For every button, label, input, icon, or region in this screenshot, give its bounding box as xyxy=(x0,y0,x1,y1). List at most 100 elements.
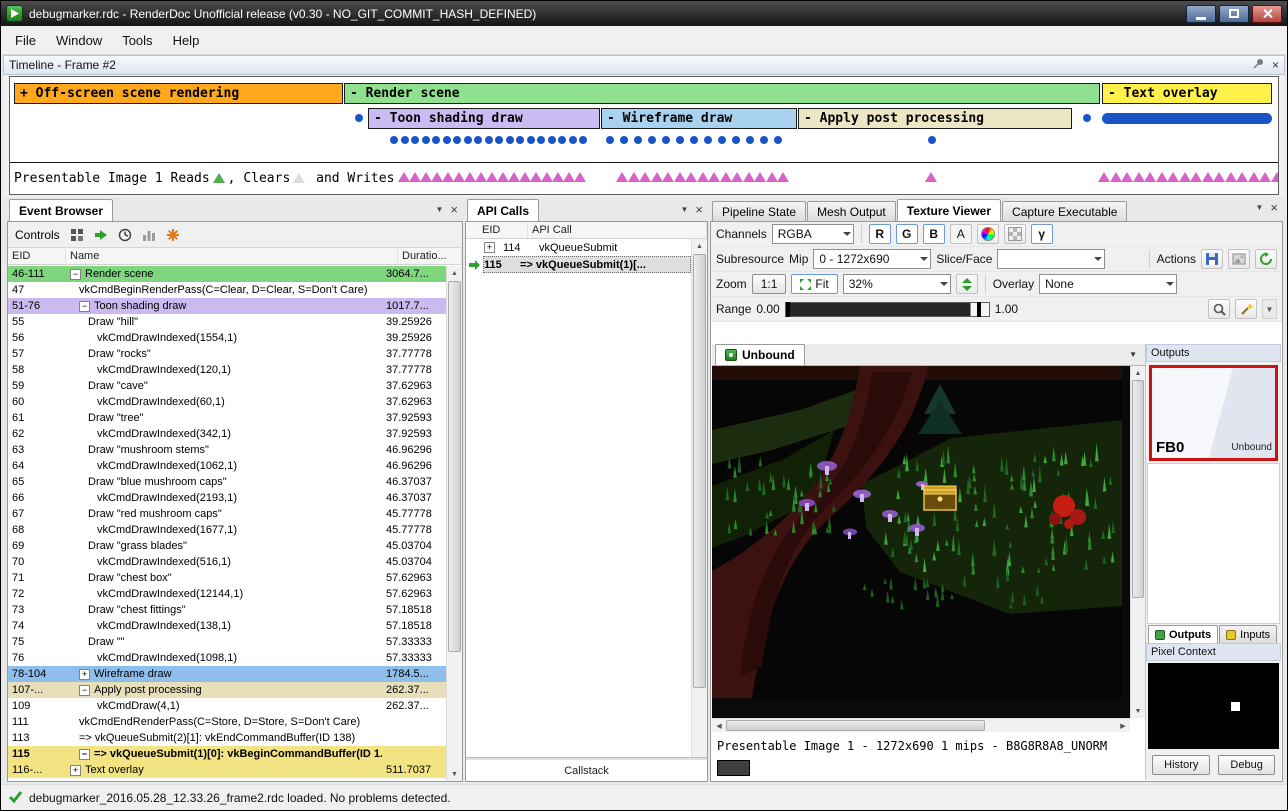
timeline-draw-dot[interactable] xyxy=(485,136,493,144)
scroll-left-icon[interactable]: ◀ xyxy=(712,719,726,732)
timeline-draw-dot[interactable] xyxy=(432,136,440,144)
pin-icon[interactable] xyxy=(1253,58,1264,72)
scroll-thumb[interactable] xyxy=(448,281,461,652)
panel-close-button[interactable]: × xyxy=(1270,201,1278,214)
event-row[interactable]: 73Draw "chest fittings"57.18518 xyxy=(8,602,446,618)
panel-menu-button[interactable]: ▼ xyxy=(680,205,688,214)
time-durations-icon[interactable] xyxy=(118,228,132,242)
range-slider[interactable] xyxy=(785,302,990,317)
api-expand-icon[interactable]: + xyxy=(484,242,495,253)
tab-inputs[interactable]: Inputs xyxy=(1219,625,1277,643)
event-row[interactable]: 69Draw "grass blades"45.03704 xyxy=(8,538,446,554)
overlay-select[interactable]: None xyxy=(1039,274,1177,294)
scroll-down-icon[interactable]: ▼ xyxy=(1131,704,1145,718)
api-row[interactable]: +114vkQueueSubmit xyxy=(466,239,691,256)
texture-horizontal-scrollbar[interactable]: ◀ ▶ xyxy=(712,718,1130,732)
event-browser-scrollbar[interactable]: ▲ ▼ xyxy=(446,266,462,781)
column-eid[interactable]: EID xyxy=(466,222,528,238)
right-panel-tab[interactable]: Mesh Output xyxy=(807,201,896,221)
timeline-draw-dot[interactable] xyxy=(774,136,782,144)
expand-icon[interactable]: − xyxy=(79,749,90,760)
expand-icon[interactable]: + xyxy=(79,669,90,680)
timeline-draw-dot[interactable] xyxy=(634,136,642,144)
event-row[interactable]: 71Draw "chest box"57.62963 xyxy=(8,570,446,586)
timeline-draw-dot[interactable] xyxy=(620,136,628,144)
event-row[interactable]: 59Draw "cave"37.62963 xyxy=(8,378,446,394)
scroll-thumb[interactable] xyxy=(726,720,985,731)
zoom-percent-select[interactable]: 32% xyxy=(843,274,951,294)
texture-tab-dropdown[interactable]: ▼ xyxy=(1124,350,1142,359)
timeline-draw-dot[interactable] xyxy=(516,136,524,144)
autofit-range-button[interactable] xyxy=(1235,299,1257,319)
channel-alpha-button[interactable]: A xyxy=(950,224,972,244)
column-eid[interactable]: EID xyxy=(8,248,66,264)
range-handle-min[interactable] xyxy=(786,302,790,317)
timeline-draw-dot[interactable] xyxy=(527,136,535,144)
event-row[interactable]: 74vkCmdDrawIndexed(138,1)57.18518 xyxy=(8,618,446,634)
fb0-thumbnail[interactable]: FB0 Unbound xyxy=(1149,365,1278,461)
statistics-chart-icon[interactable] xyxy=(142,228,156,242)
timeline-draw-dot[interactable] xyxy=(474,136,482,144)
checkerboard-button[interactable] xyxy=(1004,224,1026,244)
timeline-draw-dot[interactable] xyxy=(662,136,670,144)
timeline-marker-bar[interactable]: - Toon shading draw xyxy=(368,108,600,129)
timeline-draw-dot[interactable] xyxy=(355,114,363,122)
timeline-draw-dot[interactable] xyxy=(690,136,698,144)
timeline-draw-capsule[interactable] xyxy=(1102,113,1272,124)
panel-close-button[interactable]: × xyxy=(695,203,703,216)
open-image-button[interactable] xyxy=(1228,249,1250,269)
event-row[interactable]: 76vkCmdDrawIndexed(1098,1)57.33333 xyxy=(8,650,446,666)
gamma-button[interactable]: γ xyxy=(1031,224,1053,244)
event-row[interactable]: 57Draw "rocks"37.77778 xyxy=(8,346,446,362)
save-texture-button[interactable] xyxy=(1201,249,1223,269)
texture-tab-unbound[interactable]: Unbound xyxy=(715,344,805,365)
minimize-button[interactable] xyxy=(1186,5,1216,23)
event-row[interactable]: 115−=> vkQueueSubmit(1)[0]: vkBeginComma… xyxy=(8,746,446,762)
timeline-draw-dot[interactable] xyxy=(411,136,419,144)
panel-menu-button[interactable]: ▼ xyxy=(1255,203,1263,212)
timeline-draw-dot[interactable] xyxy=(928,136,936,144)
tab-event-browser[interactable]: Event Browser xyxy=(9,199,113,221)
scroll-right-icon[interactable]: ▶ xyxy=(1116,719,1130,732)
scroll-down-icon[interactable]: ▼ xyxy=(447,767,462,781)
timeline-draw-dot[interactable] xyxy=(746,136,754,144)
column-name[interactable]: Name xyxy=(66,248,398,264)
event-row[interactable]: 107-...−Apply post processing262.37... xyxy=(8,682,446,698)
range-handle-max[interactable] xyxy=(977,302,981,317)
event-row[interactable]: 78-104+Wireframe draw1784.5... xyxy=(8,666,446,682)
timeline-draw-dot[interactable] xyxy=(558,136,566,144)
event-row[interactable]: 68vkCmdDrawIndexed(1677,1)45.77778 xyxy=(8,522,446,538)
event-row[interactable]: 58vkCmdDrawIndexed(120,1)37.77778 xyxy=(8,362,446,378)
event-row[interactable]: 61Draw "tree"37.92593 xyxy=(8,410,446,426)
event-row[interactable]: 46-111−Render scene3064.7... xyxy=(8,266,446,282)
api-calls-scrollbar[interactable]: ▲ ▼ xyxy=(691,239,707,781)
goto-current-event-icon[interactable] xyxy=(94,228,108,242)
zoom-1to1-button[interactable]: 1:1 xyxy=(752,274,787,294)
timeline-draw-dot[interactable] xyxy=(464,136,472,144)
event-row[interactable]: 60vkCmdDrawIndexed(60,1)37.62963 xyxy=(8,394,446,410)
event-row[interactable]: 63Draw "mushroom stems"46.96296 xyxy=(8,442,446,458)
column-api-call[interactable]: API Call xyxy=(528,222,707,238)
zoom-fit-button[interactable]: Fit xyxy=(791,274,837,294)
event-row[interactable]: 109vkCmdDraw(4,1)262.37... xyxy=(8,698,446,714)
timeline-marker-bar[interactable]: + Off-screen scene rendering xyxy=(14,83,343,104)
menu-item[interactable]: Help xyxy=(163,28,210,53)
bookmark-star-icon[interactable] xyxy=(166,228,180,242)
maximize-button[interactable] xyxy=(1219,5,1249,23)
event-row[interactable]: 66vkCmdDrawIndexed(2193,1)46.37037 xyxy=(8,490,446,506)
expand-icon[interactable]: − xyxy=(79,301,90,312)
debug-button[interactable]: Debug xyxy=(1218,755,1274,775)
event-row[interactable]: 113=> vkQueueSubmit(2)[1]: vkEndCommandB… xyxy=(8,730,446,746)
event-row[interactable]: 56vkCmdDrawIndexed(1554,1)39.25926 xyxy=(8,330,446,346)
scroll-thumb[interactable] xyxy=(1132,380,1144,598)
history-button[interactable]: History xyxy=(1152,755,1210,775)
api-row[interactable]: 115=> vkQueueSubmit(1)[... xyxy=(466,256,691,273)
panel-close-button[interactable]: × xyxy=(450,203,458,216)
event-row[interactable]: 75Draw ""57.33333 xyxy=(8,634,446,650)
timeline-draw-dot[interactable] xyxy=(676,136,684,144)
event-row[interactable]: 65Draw "blue mushroom caps"46.37037 xyxy=(8,474,446,490)
expand-icon[interactable]: − xyxy=(79,685,90,696)
event-row[interactable]: 111vkCmdEndRenderPass(C=Store, D=Store, … xyxy=(8,714,446,730)
color-wheel-button[interactable] xyxy=(977,224,999,244)
column-duration[interactable]: Duratio... xyxy=(398,248,462,264)
